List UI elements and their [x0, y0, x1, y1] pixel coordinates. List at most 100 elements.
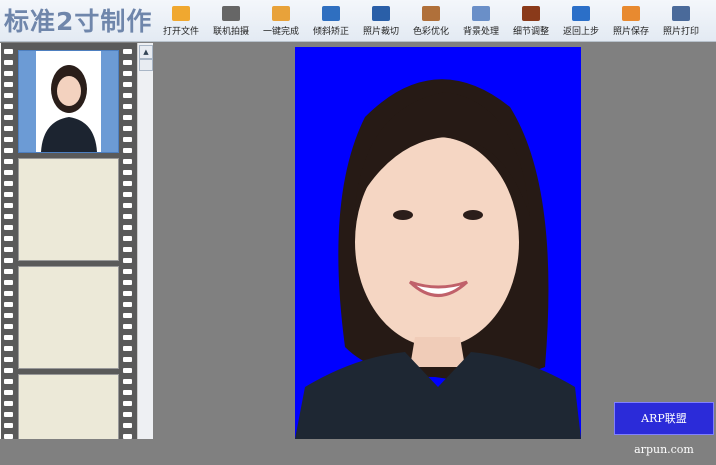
- sprocket-hole: [123, 137, 132, 142]
- sprocket-hole: [4, 148, 13, 153]
- sprocket-hole: [123, 192, 132, 197]
- sprocket-hole: [123, 302, 132, 307]
- toolbar-button-printer[interactable]: 照片打印: [656, 0, 706, 42]
- toolbar-button-crop[interactable]: 照片裁切: [356, 0, 406, 42]
- sprocket-hole: [123, 412, 132, 417]
- toolbar: 标准2寸制作 打开文件 联机拍摄 一键完成 倾斜矫正 照片裁切 色彩优化 背景处理 细节调整 返…: [0, 0, 716, 42]
- sprocket-hole: [4, 335, 13, 340]
- toolbar-button-floppy-save[interactable]: 照片保存: [606, 0, 656, 42]
- sprocket-hole: [4, 379, 13, 384]
- sprocket-hole: [123, 346, 132, 351]
- sprocket-hole: [4, 104, 13, 109]
- portrait-image: [295, 79, 581, 439]
- sprocket-hole: [4, 434, 13, 439]
- sprocket-hole: [4, 280, 13, 285]
- sprocket-hole: [4, 170, 13, 175]
- sprocket-hole: [4, 269, 13, 274]
- sprocket-hole: [123, 291, 132, 296]
- sprocket-hole: [4, 82, 13, 87]
- toolbar-button-label: 打开文件: [162, 27, 199, 37]
- sprocket-hole: [4, 258, 13, 263]
- sprocket-hole: [4, 49, 13, 54]
- sprocket-hole: [123, 401, 132, 406]
- toolbar-button-camera[interactable]: 联机拍摄: [206, 0, 256, 42]
- scroll-thumb[interactable]: [139, 59, 153, 71]
- sprocket-hole: [123, 170, 132, 175]
- sprocket-hole: [123, 269, 132, 274]
- sprocket-hole: [123, 115, 132, 120]
- toolbar-button-label: 照片裁切: [362, 27, 399, 37]
- toolbar-button-label: 倾斜矫正: [312, 27, 349, 37]
- sprocket-hole: [123, 423, 132, 428]
- sprocket-hole: [4, 93, 13, 98]
- photo-thumbnail: [36, 51, 101, 152]
- sprocket-hole: [4, 324, 13, 329]
- sprocket-hole: [4, 390, 13, 395]
- sprocket-hole: [4, 115, 13, 120]
- sprocket-hole: [123, 379, 132, 384]
- app-title: 标准2寸制作: [4, 7, 153, 36]
- thumbnail-frame-empty[interactable]: [18, 266, 119, 369]
- thumbnail-frame-empty[interactable]: [18, 158, 119, 261]
- sprocket-hole: [123, 357, 132, 362]
- vertical-scrollbar[interactable]: ▲: [137, 43, 153, 439]
- folder-icon: [172, 6, 190, 21]
- sprocket-hole: [123, 93, 132, 98]
- hand-icon: [272, 6, 290, 21]
- sprocket-hole: [4, 412, 13, 417]
- sprocket-hole: [4, 159, 13, 164]
- toolbar-button-brush[interactable]: 背景处理: [456, 0, 506, 42]
- rotate-icon: [322, 6, 340, 21]
- thumbnail-frame-selected[interactable]: [18, 50, 119, 153]
- sprocket-hole: [4, 137, 13, 142]
- histogram-icon: [522, 6, 540, 21]
- sprocket-hole: [4, 71, 13, 76]
- sprocket-hole: [4, 192, 13, 197]
- sprocket-hole: [123, 390, 132, 395]
- toolbar-button-rotate[interactable]: 倾斜矫正: [306, 0, 356, 42]
- toolbar-button-color-adjust[interactable]: 色彩优化: [406, 0, 456, 42]
- camera-icon: [222, 6, 240, 21]
- toolbar-button-label: 色彩优化: [412, 27, 449, 37]
- sprocket-hole: [123, 434, 132, 439]
- sprocket-hole: [4, 181, 13, 186]
- sprocket-hole: [4, 346, 13, 351]
- toolbar-button-label: 照片保存: [612, 27, 649, 37]
- sprocket-hole: [123, 159, 132, 164]
- sprocket-hole: [123, 104, 132, 109]
- sprocket-hole: [123, 60, 132, 65]
- sprocket-hole: [4, 302, 13, 307]
- sprocket-hole: [4, 203, 13, 208]
- sprocket-hole: [123, 258, 132, 263]
- toolbar-button-label: 联机拍摄: [212, 27, 249, 37]
- sprocket-hole: [123, 236, 132, 241]
- sprocket-hole: [4, 368, 13, 373]
- sprocket-hole: [123, 225, 132, 230]
- toolbar-button-label: 照片打印: [662, 27, 699, 37]
- toolbar-button-folder[interactable]: 打开文件: [156, 0, 206, 42]
- toolbar-button-label: 背景处理: [462, 27, 499, 37]
- brush-icon: [472, 6, 490, 21]
- toolbar-button-undo[interactable]: 返回上步: [556, 0, 606, 42]
- sprocket-hole: [123, 71, 132, 76]
- watermark-logo: ARP联盟 arpun.com: [614, 402, 714, 456]
- toolbar-button-hand[interactable]: 一键完成: [256, 0, 306, 42]
- printer-icon: [672, 6, 690, 21]
- toolbar-button-label: 细节调整: [512, 27, 549, 37]
- floppy-save-icon: [622, 6, 640, 21]
- sprocket-hole: [4, 236, 13, 241]
- thumbnail-frame-empty[interactable]: [18, 374, 119, 439]
- sprocket-hole: [4, 401, 13, 406]
- toolbar-button-histogram[interactable]: 细节调整: [506, 0, 556, 42]
- sprocket-hole: [4, 423, 13, 428]
- sprocket-hole: [4, 247, 13, 252]
- sprocket-hole: [123, 313, 132, 318]
- sprocket-hole: [123, 324, 132, 329]
- undo-icon: [572, 6, 590, 21]
- scroll-up-arrow-icon[interactable]: ▲: [139, 45, 153, 59]
- sprocket-hole: [123, 368, 132, 373]
- sprocket-hole: [4, 291, 13, 296]
- sprocket-hole: [4, 313, 13, 318]
- crop-icon: [372, 6, 390, 21]
- sprocket-hole: [4, 357, 13, 362]
